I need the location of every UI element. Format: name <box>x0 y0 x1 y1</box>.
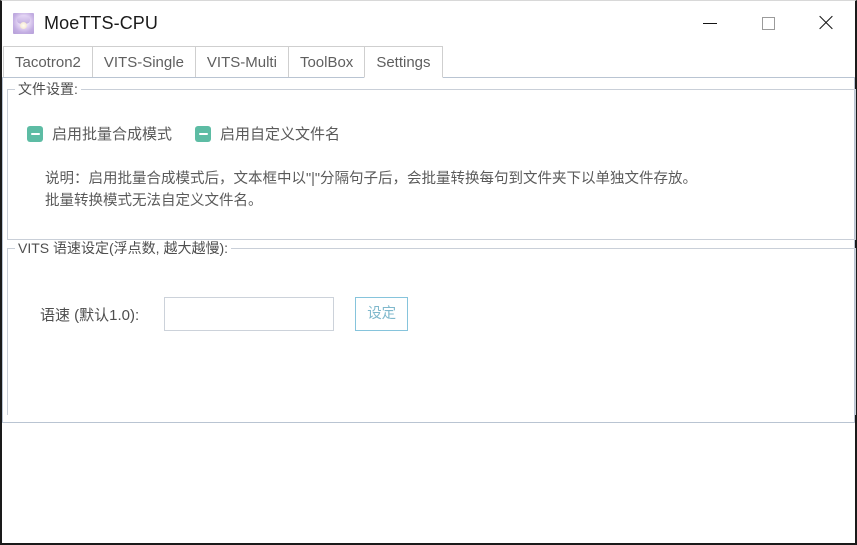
tab-toolbox[interactable]: ToolBox <box>287 46 366 78</box>
file-settings-group-title: 文件设置: <box>15 81 81 97</box>
minimize-button[interactable] <box>681 1 739 45</box>
vits-speed-settings-group: VITS 语速设定(浮点数, 越大越慢): 语速 (默认1.0): 设定 <box>7 240 856 415</box>
speed-input[interactable] <box>164 297 335 331</box>
tab-tacotron2[interactable]: Tacotron2 <box>3 46 93 78</box>
checkbox-batch-synthesis[interactable]: 启用批量合成模式 <box>27 123 172 144</box>
window-empty-area <box>2 423 855 543</box>
application-window: MoeTTS-CPU Tacotron2 VITS-Single VITS-Mu… <box>0 0 857 545</box>
dash-icon <box>30 132 40 135</box>
window-controls <box>681 1 855 45</box>
maximize-icon <box>761 16 775 30</box>
checkbox-indeterminate-icon[interactable] <box>195 125 212 142</box>
window-title: MoeTTS-CPU <box>44 13 159 33</box>
tab-vits-single[interactable]: VITS-Single <box>91 46 196 78</box>
settings-tab-panel: 文件设置: 启用批量合成模式 启用自定义文件名 说明：启用批量合成模式后，文本框… <box>2 78 856 423</box>
tab-bar: Tacotron2 VITS-Single VITS-Multi ToolBox… <box>2 45 855 78</box>
minimize-icon <box>703 22 717 24</box>
file-settings-group: 文件设置: 启用批量合成模式 启用自定义文件名 说明：启用批量合成模式后，文本框… <box>7 81 856 240</box>
title-bar: MoeTTS-CPU <box>2 1 855 45</box>
checkbox-indeterminate-icon[interactable] <box>27 125 43 142</box>
tab-settings[interactable]: Settings <box>364 46 443 78</box>
maximize-button[interactable] <box>739 1 797 45</box>
vits-speed-group-title: VITS 语速设定(浮点数, 越大越慢): <box>15 240 231 256</box>
checkbox-custom-filename-label: 启用自定义文件名 <box>220 126 341 143</box>
speed-field-label: 语速 (默认1.0): <box>40 306 140 324</box>
close-button[interactable] <box>797 1 855 45</box>
dash-icon <box>198 132 208 135</box>
set-speed-button[interactable]: 设定 <box>355 297 409 331</box>
file-settings-description: 说明：启用批量合成模式后，文本框中以"|"分隔句子后，会批量转换每句到文件夹下以… <box>45 171 698 209</box>
file-settings-checkbox-row: 启用批量合成模式 启用自定义文件名 <box>27 123 340 144</box>
checkbox-batch-synthesis-label: 启用批量合成模式 <box>52 126 173 143</box>
app-avatar-icon <box>13 12 34 34</box>
tab-vits-multi[interactable]: VITS-Multi <box>194 46 289 78</box>
speed-control-row: 语速 (默认1.0): 设定 <box>40 297 409 331</box>
checkbox-custom-filename[interactable]: 启用自定义文件名 <box>195 123 340 144</box>
close-icon <box>818 15 834 31</box>
